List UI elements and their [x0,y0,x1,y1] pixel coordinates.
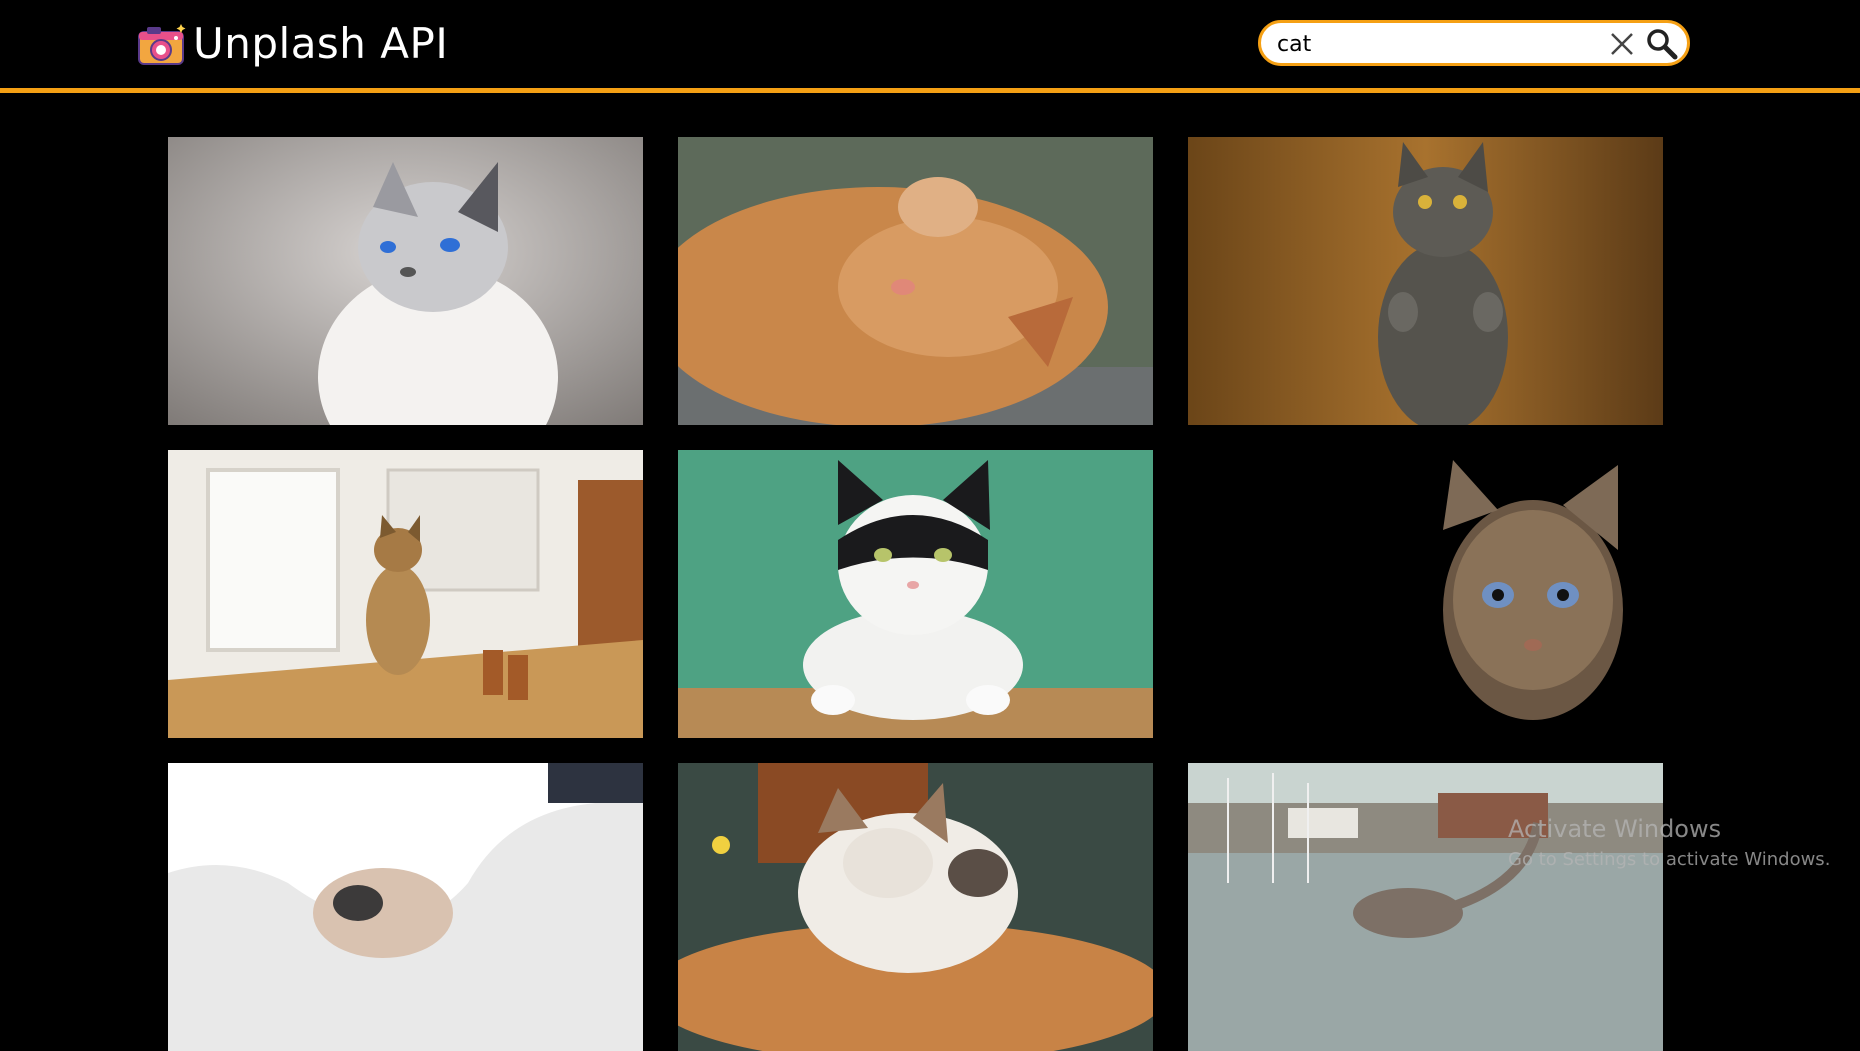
result-image[interactable] [678,763,1153,1051]
watermark-subtitle: Go to Settings to activate Windows. [1508,849,1831,870]
result-image[interactable] [1188,137,1663,425]
result-image[interactable] [678,137,1153,425]
app-title: Unplash API [193,19,449,68]
close-icon[interactable] [1607,29,1637,59]
result-image[interactable] [678,450,1153,738]
result-image[interactable] [168,763,643,1051]
watermark-title: Activate Windows [1508,815,1722,843]
search-icon[interactable] [1645,27,1679,61]
result-image[interactable] [168,137,643,425]
camera-icon [138,24,186,65]
activation-watermark: Activate Windows Go to Settings to activ… [1508,815,1830,870]
result-image[interactable] [1188,763,1663,1051]
result-image[interactable] [168,450,643,738]
app-header: Unplash API [0,0,1860,93]
search-bar [1258,20,1690,66]
result-image[interactable] [1188,450,1663,738]
brand[interactable]: Unplash API [135,18,448,70]
search-input[interactable] [1277,31,1607,57]
